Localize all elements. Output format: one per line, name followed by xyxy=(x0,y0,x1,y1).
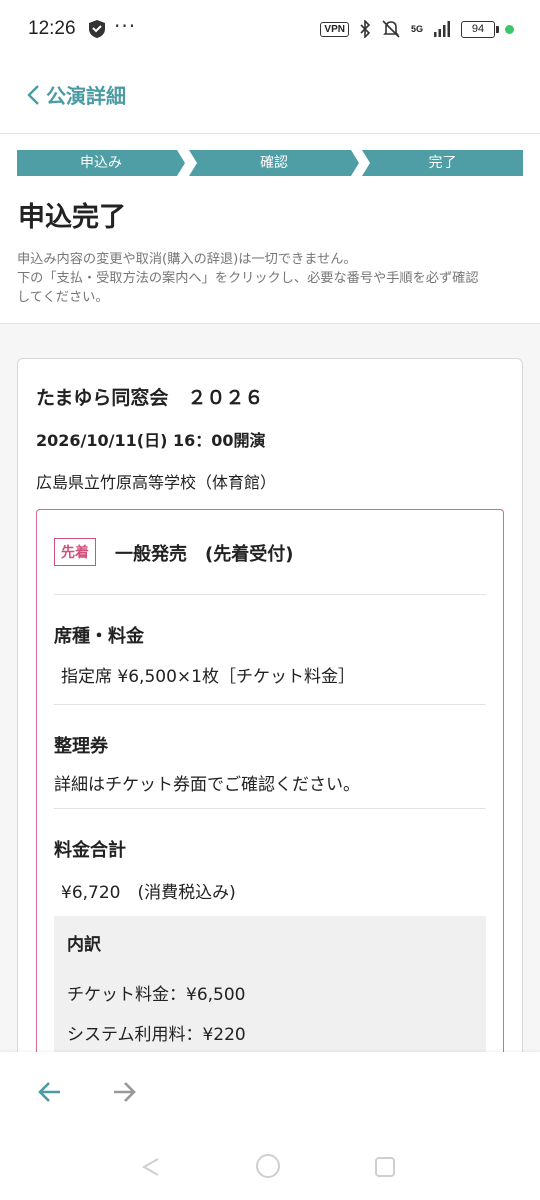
notice-line: 申込み内容の変更や取消(購入の辞退)は一切できません。 xyxy=(17,252,357,267)
event-title: たまゆら同窓会 ２０２６ xyxy=(36,387,264,409)
breakdown-ticket-fee: チケット料金：¥6,500 xyxy=(67,985,246,1005)
notice-text: 申込み内容の変更や取消(購入の辞退)は一切できません。 下の「支払・受取方法の案… xyxy=(17,250,527,307)
total-label: 料金合計 xyxy=(54,840,126,861)
chevron-left-icon xyxy=(27,84,39,105)
numbered-ticket-value: 詳細はチケット券面でご確認ください。 xyxy=(54,775,360,795)
browser-bottom-bar xyxy=(0,1052,540,1200)
shield-icon xyxy=(89,20,105,38)
status-time: 12:26 xyxy=(28,18,76,39)
arrow-left-icon[interactable] xyxy=(36,1078,64,1106)
event-card: たまゆら同窓会 ２０２６ 2026/10/11(日) 16：00開演 広島県立竹… xyxy=(17,358,523,1089)
numbered-ticket-label: 整理券 xyxy=(54,736,108,757)
system-nav-bar xyxy=(0,1152,540,1182)
step-complete: 完了 xyxy=(362,150,523,176)
sale-type: 一般発売 (先着受付) xyxy=(115,544,294,565)
system-recents-icon[interactable] xyxy=(375,1157,395,1177)
first-come-badge: 先着 xyxy=(54,538,96,566)
status-bar: 12:26 ··· VPN 5G 94 xyxy=(0,0,540,60)
back-link-label: 公演詳細 xyxy=(46,84,126,108)
notice-line: してください。 xyxy=(17,290,109,305)
step-apply: 申込み xyxy=(17,150,185,176)
battery-icon: 94 xyxy=(461,20,499,38)
signal-icon xyxy=(434,21,450,37)
system-home-icon[interactable] xyxy=(256,1154,280,1178)
network-type: 5G xyxy=(410,23,423,34)
back-to-event-link[interactable]: 公演詳細 xyxy=(26,80,126,109)
seat-value: 指定席 ¥6,500×1枚［チケット料金］ xyxy=(61,667,355,687)
page-title: 申込完了 xyxy=(18,202,126,233)
progress-steps: 申込み 確認 完了 xyxy=(17,150,523,176)
divider xyxy=(54,808,486,809)
system-back-icon[interactable] xyxy=(140,1156,162,1178)
breakdown-system-fee: システム利用料：¥220 xyxy=(67,1025,246,1045)
app-header: 公演詳細 xyxy=(0,60,540,134)
notice-line: 下の「支払・受取方法の案内へ」をクリックし、必要な番号や手順を必ず確認 xyxy=(17,271,479,286)
divider xyxy=(54,594,486,595)
mute-icon xyxy=(382,20,400,38)
event-date: 2026/10/11(日) 16：00開演 xyxy=(36,431,266,450)
privacy-indicator-icon xyxy=(505,24,514,34)
seat-label: 席種・料金 xyxy=(54,626,144,647)
event-venue: 広島県立竹原高等学校（体育館） xyxy=(36,473,277,492)
arrow-right-icon[interactable] xyxy=(110,1078,138,1106)
ticket-details: 先着 一般発売 (先着受付) 席種・料金 指定席 ¥6,500×1枚［チケット料… xyxy=(36,509,504,1089)
vpn-icon: VPN xyxy=(320,21,349,37)
bluetooth-icon xyxy=(360,20,371,38)
divider xyxy=(54,704,486,705)
breakdown-title: 内訳 xyxy=(67,935,101,955)
more-notifications-icon: ··· xyxy=(114,14,137,38)
step-confirm: 確認 xyxy=(189,150,359,176)
total-value: ¥6,720 (消費税込み) xyxy=(61,883,236,903)
